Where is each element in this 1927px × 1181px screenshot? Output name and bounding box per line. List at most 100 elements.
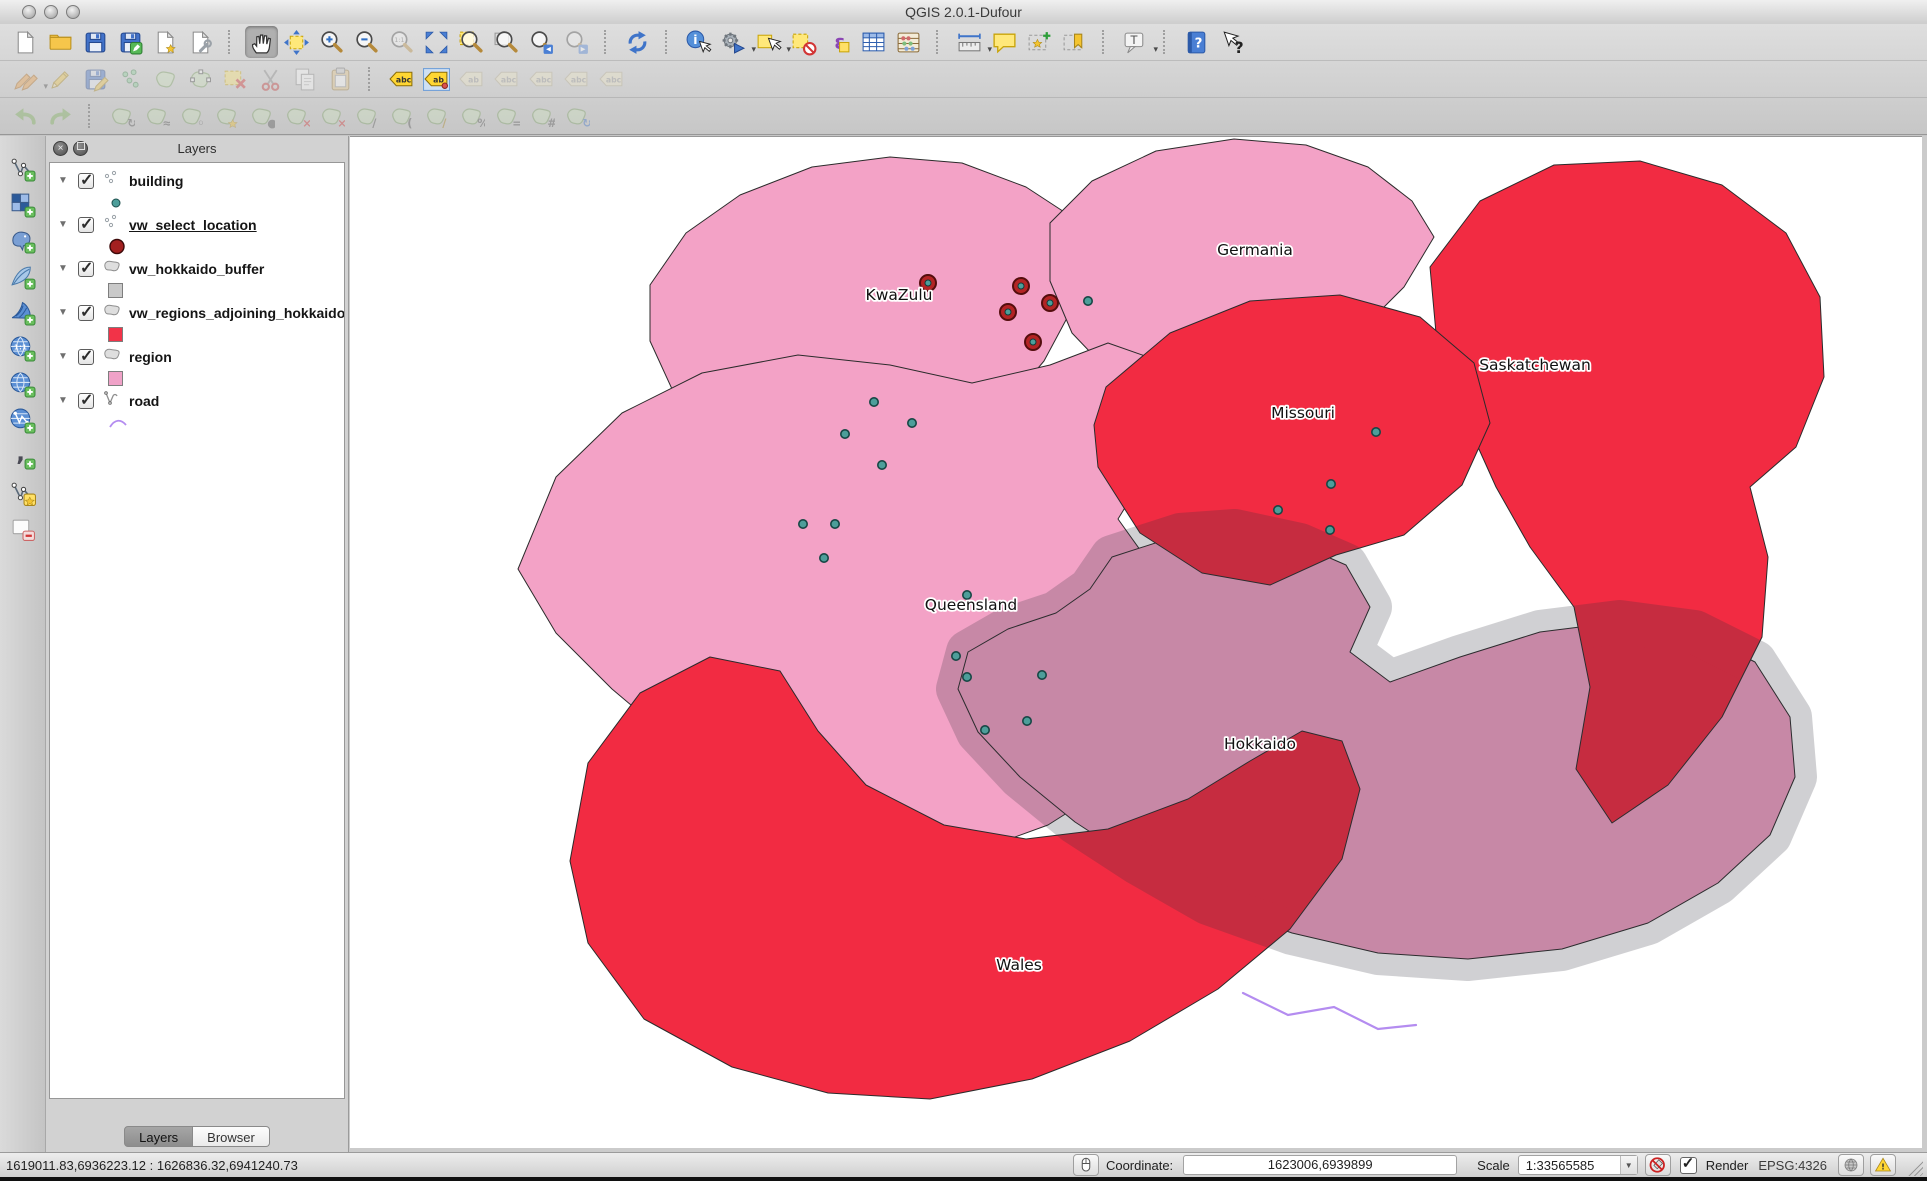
scale-combo[interactable]: 1:33565585 ▼ bbox=[1518, 1155, 1638, 1175]
open-attribute-table-icon[interactable] bbox=[857, 26, 890, 58]
render-checkbox[interactable]: ✓ bbox=[1680, 1157, 1697, 1174]
layer-symbol-region bbox=[50, 369, 344, 388]
pin-unpin-labels-icon[interactable]: ab bbox=[420, 63, 453, 95]
layer-visibility-checkbox[interactable]: ✓ bbox=[78, 261, 94, 277]
select-features-icon[interactable]: ▾ bbox=[752, 26, 785, 58]
add-raster-layer-icon[interactable] bbox=[6, 188, 39, 220]
identify-features-icon[interactable]: i bbox=[682, 26, 715, 58]
scale-label: Scale bbox=[1477, 1158, 1510, 1173]
add-part-icon bbox=[210, 100, 243, 132]
add-spatialite-layer-icon[interactable] bbox=[6, 260, 39, 292]
layer-item-building[interactable]: ▼ ✓ building bbox=[50, 168, 344, 193]
zoom-last-icon[interactable] bbox=[525, 26, 558, 58]
layer-item-vw_select_location[interactable]: ▼ ✓ vw_select_location bbox=[50, 212, 344, 237]
expand-icon[interactable]: ▼ bbox=[58, 263, 70, 274]
tab-browser[interactable]: Browser bbox=[193, 1126, 270, 1147]
add-wms-layer-icon[interactable] bbox=[6, 368, 39, 400]
measure-icon[interactable]: ▾ bbox=[953, 26, 986, 58]
layers-panel-header[interactable]: × Layers bbox=[46, 136, 348, 162]
help-icon[interactable]: ? bbox=[1180, 26, 1213, 58]
pan-map-icon[interactable] bbox=[245, 26, 278, 58]
tab-layers[interactable]: Layers bbox=[124, 1126, 193, 1147]
map-canvas[interactable]: KwaZuluGermaniaMissouriSaskatchewanQueen… bbox=[350, 136, 1922, 1148]
stop-render-button[interactable] bbox=[1645, 1154, 1671, 1176]
panel-tabs: Layers Browser bbox=[46, 1126, 348, 1147]
whats-this-icon[interactable]: ? bbox=[1215, 26, 1248, 58]
field-calculator-icon[interactable] bbox=[892, 26, 925, 58]
layer-visibility-checkbox[interactable]: ✓ bbox=[78, 349, 94, 365]
layer-visibility-checkbox[interactable]: ✓ bbox=[78, 217, 94, 233]
add-postgis-layer-icon[interactable] bbox=[6, 224, 39, 256]
selected-location-center-4 bbox=[1030, 339, 1036, 345]
chevron-down-icon[interactable]: ▼ bbox=[1620, 1156, 1637, 1174]
new-project-icon[interactable] bbox=[9, 26, 42, 58]
toggle-editing-icon bbox=[44, 63, 77, 95]
coordinate-input[interactable]: 1623006,6939899 bbox=[1183, 1155, 1457, 1175]
layer-symbol-building bbox=[50, 193, 344, 212]
building-point-4 bbox=[878, 461, 886, 469]
svg-text:abc: abc bbox=[501, 75, 517, 84]
layer-label[interactable]: vw_hokkaido_buffer bbox=[129, 261, 264, 277]
layer-label[interactable]: region bbox=[129, 349, 172, 365]
text-annotation-icon[interactable]: T▾ bbox=[1119, 26, 1152, 58]
show-bookmarks-icon[interactable] bbox=[1058, 26, 1091, 58]
building-point-16 bbox=[1274, 506, 1282, 514]
zoom-out-icon[interactable] bbox=[350, 26, 383, 58]
add-wfs-layer-icon[interactable] bbox=[6, 404, 39, 436]
svg-text:ab: ab bbox=[468, 75, 479, 84]
toolbar-separator bbox=[228, 30, 236, 54]
mouse-tracking-icon[interactable] bbox=[1073, 1154, 1099, 1176]
zoom-in-icon[interactable] bbox=[315, 26, 348, 58]
expand-icon[interactable]: ▼ bbox=[58, 351, 70, 362]
svg-text:×: × bbox=[337, 115, 345, 129]
map-tips-icon[interactable] bbox=[988, 26, 1021, 58]
layer-label[interactable]: vw_regions_adjoining_hokkaido bbox=[129, 305, 345, 321]
expand-icon[interactable]: ▼ bbox=[58, 219, 70, 230]
add-vector-layer-icon[interactable] bbox=[6, 152, 39, 184]
add-mssql-layer-icon[interactable] bbox=[6, 296, 39, 328]
open-project-icon[interactable] bbox=[44, 26, 77, 58]
layer-item-vw_regions_adjoining_hokkaido[interactable]: ▼ ✓ vw_regions_adjoining_hokkaido bbox=[50, 300, 344, 325]
zoom-to-layer-icon[interactable] bbox=[490, 26, 523, 58]
messages-warning-button[interactable]: ! bbox=[1870, 1154, 1896, 1176]
building-point-17 bbox=[1326, 526, 1334, 534]
new-print-composer-icon[interactable] bbox=[149, 26, 182, 58]
layer-label[interactable]: building bbox=[129, 173, 183, 189]
remove-layer-icon[interactable] bbox=[6, 512, 39, 544]
resize-grip[interactable] bbox=[1905, 1158, 1923, 1176]
composer-manager-icon[interactable] bbox=[184, 26, 217, 58]
expand-icon[interactable]: ▼ bbox=[58, 307, 70, 318]
expand-icon[interactable]: ▼ bbox=[58, 395, 70, 406]
label-properties-icon: abc bbox=[595, 63, 628, 95]
refresh-map-icon[interactable] bbox=[621, 26, 654, 58]
deselect-features-icon[interactable] bbox=[787, 26, 820, 58]
layer-item-road[interactable]: ▼ ✓ road bbox=[50, 388, 344, 413]
new-bookmark-icon[interactable] bbox=[1023, 26, 1056, 58]
zoom-to-selection-icon[interactable] bbox=[455, 26, 488, 58]
expand-icon[interactable]: ▼ bbox=[58, 175, 70, 186]
crs-globe-button[interactable] bbox=[1838, 1154, 1864, 1176]
node-tool-icon bbox=[184, 63, 217, 95]
new-shapefile-layer-icon[interactable] bbox=[6, 476, 39, 508]
select-by-expression-icon[interactable]: ε bbox=[822, 26, 855, 58]
layer-visibility-checkbox[interactable]: ✓ bbox=[78, 173, 94, 189]
save-project-as-icon[interactable] bbox=[114, 26, 147, 58]
svg-text:i: i bbox=[693, 32, 697, 47]
layer-visibility-checkbox[interactable]: ✓ bbox=[78, 393, 94, 409]
layer-item-vw_hokkaido_buffer[interactable]: ▼ ✓ vw_hokkaido_buffer bbox=[50, 256, 344, 281]
add-oracle-layer-icon[interactable]: 1:1 bbox=[6, 332, 39, 364]
split-parts-icon: % bbox=[455, 100, 488, 132]
add-delimited-text-layer-icon[interactable]: , bbox=[6, 440, 39, 472]
title-bar[interactable]: QGIS 2.0.1-Dufour bbox=[0, 0, 1927, 25]
layer-item-region[interactable]: ▼ ✓ region bbox=[50, 344, 344, 369]
label-layer-icon[interactable]: abc bbox=[385, 63, 418, 95]
pan-to-selection-icon[interactable] bbox=[280, 26, 313, 58]
run-feature-action-icon[interactable]: ▾ bbox=[717, 26, 750, 58]
panel-close-icon[interactable]: × bbox=[53, 141, 68, 156]
layer-label[interactable]: vw_select_location bbox=[129, 217, 257, 233]
layer-visibility-checkbox[interactable]: ✓ bbox=[78, 305, 94, 321]
panel-float-icon[interactable] bbox=[73, 141, 88, 156]
zoom-full-icon[interactable] bbox=[420, 26, 453, 58]
save-project-icon[interactable] bbox=[79, 26, 112, 58]
layer-label[interactable]: road bbox=[129, 393, 159, 409]
